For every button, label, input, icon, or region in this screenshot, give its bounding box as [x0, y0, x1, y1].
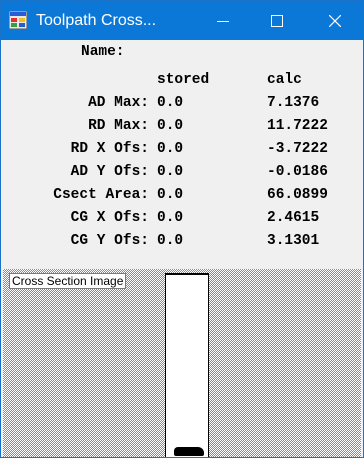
- calc-column-header: calc: [267, 72, 302, 88]
- stored-value: 0.0: [157, 210, 184, 226]
- row-label: AD Y Ofs:: [70, 164, 149, 180]
- row-label: RD X Ofs:: [70, 141, 149, 157]
- minimize-button[interactable]: [197, 1, 249, 40]
- value-row-cg-x-ofs: CG X Ofs: 0.0 2.4615: [1, 210, 363, 230]
- cross-section-image: [165, 273, 209, 457]
- name-label: Name:: [81, 44, 125, 60]
- client-area: Name: stored calc AD Max: 0.0 7.1376 RD …: [1, 40, 363, 457]
- row-label: Csect Area:: [53, 187, 149, 203]
- window-title: Toolpath Cross...: [36, 12, 157, 29]
- stored-value: 0.0: [157, 187, 184, 203]
- stored-value: 0.0: [157, 95, 184, 111]
- calc-value: 7.1376: [267, 95, 320, 111]
- value-row-ad-max: AD Max: 0.0 7.1376: [1, 95, 363, 115]
- calc-value: 66.0899: [267, 187, 328, 203]
- row-label: AD Max:: [88, 95, 149, 111]
- calc-value: 11.7222: [267, 118, 328, 134]
- cross-section-image-panel: Cross Section Image: [3, 269, 361, 457]
- close-icon: [329, 14, 341, 27]
- calc-value: -3.7222: [267, 141, 328, 157]
- value-row-cg-y-ofs: CG Y Ofs: 0.0 3.1301: [1, 233, 363, 253]
- stored-value: 0.0: [157, 118, 184, 134]
- title-bar[interactable]: Toolpath Cross...: [1, 1, 363, 40]
- calc-value: -0.0186: [267, 164, 328, 180]
- stored-value: 0.0: [157, 164, 184, 180]
- calc-value: 3.1301: [267, 233, 320, 249]
- value-row-rd-max: RD Max: 0.0 11.7222: [1, 118, 363, 138]
- stored-column-header: stored: [157, 72, 210, 88]
- app-window-icon: [9, 11, 27, 29]
- minimize-icon: [217, 20, 229, 22]
- cross-section-image-label: Cross Section Image: [9, 273, 127, 289]
- maximize-icon: [271, 14, 283, 27]
- row-label: CG Y Ofs:: [70, 233, 149, 249]
- maximize-button[interactable]: [251, 1, 303, 40]
- value-row-csect-area: Csect Area: 0.0 66.0899: [1, 187, 363, 207]
- toolpath-cross-section-shape: [174, 447, 204, 456]
- stored-value: 0.0: [157, 141, 184, 157]
- stored-value: 0.0: [157, 233, 184, 249]
- value-row-ad-y-ofs: AD Y Ofs: 0.0 -0.0186: [1, 164, 363, 184]
- calc-value: 2.4615: [267, 210, 320, 226]
- row-label: CG X Ofs:: [70, 210, 149, 226]
- row-label: RD Max:: [88, 118, 149, 134]
- close-button[interactable]: [309, 1, 361, 40]
- value-row-rd-x-ofs: RD X Ofs: 0.0 -3.7222: [1, 141, 363, 161]
- toolpath-cross-section-window: Toolpath Cross... Name: stored calc AD M…: [0, 0, 364, 458]
